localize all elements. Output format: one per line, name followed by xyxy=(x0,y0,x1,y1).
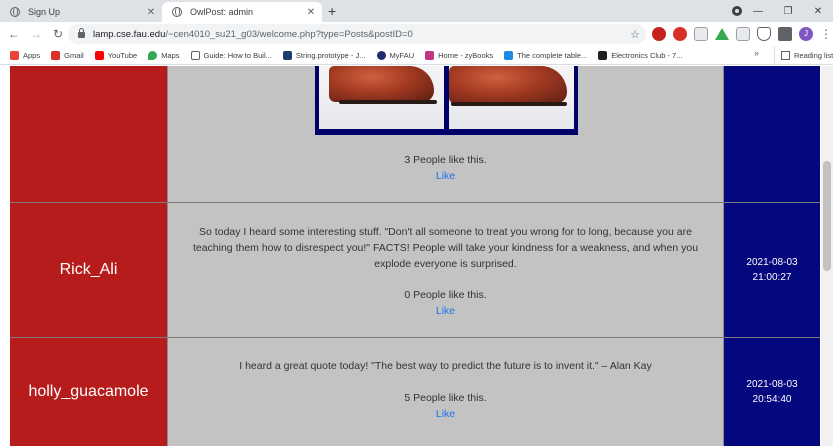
post-author xyxy=(10,66,167,202)
post-date-time: 21:00:27 xyxy=(752,272,792,283)
tab-title: OwlPost: admin xyxy=(190,7,254,17)
post-card: Rick_Ali So today I heard some interesti… xyxy=(10,203,820,338)
adblock-extension-icon[interactable] xyxy=(673,27,687,41)
youtube-icon xyxy=(94,50,104,60)
url-host: lamp.cse.fau.edu xyxy=(93,28,166,40)
reading-list-button[interactable]: Reading list xyxy=(774,46,833,64)
likes-count: 0 People like this. xyxy=(404,289,487,301)
close-tab-icon[interactable]: ✕ xyxy=(144,7,158,18)
bookmark-label: String.prototype - J... xyxy=(295,50,366,60)
avatar[interactable]: J xyxy=(799,27,813,41)
boot-photo-right xyxy=(449,66,574,129)
shield-extension-icon[interactable] xyxy=(757,27,771,41)
post-content: So today I heard some interesting stuff.… xyxy=(167,203,724,337)
bookmarks-bar: Apps Gmail YouTube Maps Guide: How to Bu… xyxy=(0,46,833,65)
apps-grid-icon xyxy=(10,50,19,60)
back-icon[interactable]: ← xyxy=(3,27,25,41)
reading-list-icon xyxy=(781,51,790,60)
fau-icon xyxy=(376,50,386,60)
lock-icon[interactable] xyxy=(78,28,85,38)
bookmark-gmail[interactable]: Gmail xyxy=(51,50,84,60)
more-bookmarks-icon[interactable]: » xyxy=(754,48,759,58)
bookmark-label: MyFAU xyxy=(389,50,415,60)
bookmark-guide[interactable]: Guide: How to Buil... xyxy=(190,50,272,60)
post-text: So today I heard some interesting stuff.… xyxy=(192,226,699,270)
bookmark-label: Gmail xyxy=(64,50,84,60)
extensions-puzzle-icon[interactable] xyxy=(778,27,792,41)
mdn-icon xyxy=(282,50,292,60)
globe-icon xyxy=(172,7,182,17)
new-tab-button[interactable]: + xyxy=(328,3,336,19)
reading-list-label: Reading list xyxy=(794,51,833,60)
extensions-bar: J ⋮ xyxy=(652,26,832,42)
address-bar[interactable]: lamp.cse.fau.edu/~cen4010_su21_g03/welco… xyxy=(68,24,646,44)
page-icon xyxy=(190,50,200,60)
bookmark-apps[interactable]: Apps xyxy=(10,50,41,60)
bookmark-zybooks[interactable]: Home - zyBooks xyxy=(425,50,494,60)
post-image xyxy=(315,66,578,135)
bookmark-label: YouTube xyxy=(107,50,138,60)
window-controls: — ❐ ✕ xyxy=(743,0,833,22)
likes-count: 3 People like this. xyxy=(404,154,487,166)
post-card: holly_guacamole I heard a great quote to… xyxy=(10,338,820,446)
bookmark-electronics-club[interactable]: Electronics Club - 7... xyxy=(598,50,683,60)
like-link[interactable]: Like xyxy=(168,168,723,184)
bookmark-complete-table[interactable]: The complete table... xyxy=(504,50,588,60)
post-date-time: 20:54:40 xyxy=(752,394,792,405)
tab-sign-up[interactable]: Sign Up ✕ xyxy=(0,2,162,22)
screenshot-extension-icon[interactable] xyxy=(694,27,708,41)
bookmark-label: Electronics Club - 7... xyxy=(611,50,683,60)
zybooks-icon xyxy=(425,50,435,60)
bookmark-flag-icon xyxy=(504,50,514,60)
bookmark-label: The complete table... xyxy=(517,50,588,60)
more-menu-icon[interactable]: ⋮ xyxy=(820,27,832,41)
bookmark-youtube[interactable]: YouTube xyxy=(94,50,138,60)
browser-toolbar: ← → ↻ lamp.cse.fau.edu/~cen4010_su21_g03… xyxy=(0,22,833,46)
post-text: I heard a great quote today! "The best w… xyxy=(239,360,652,372)
tab-title: Sign Up xyxy=(28,7,61,17)
like-link[interactable]: Like xyxy=(168,303,723,319)
post-date-day: 2021-08-03 xyxy=(746,257,798,268)
bookmark-label: Guide: How to Buil... xyxy=(203,50,272,60)
forward-icon[interactable]: → xyxy=(25,27,47,41)
bookmark-myfau[interactable]: MyFAU xyxy=(376,50,415,60)
post-content: 3 People like this. Like xyxy=(167,66,724,202)
post-date: 2021-08-03 20:54:40 xyxy=(724,338,820,446)
bookmark-label: Home - zyBooks xyxy=(438,50,494,60)
page-scrollbar[interactable] xyxy=(821,66,833,446)
like-link[interactable]: Like xyxy=(168,406,723,422)
post-content: I heard a great quote today! "The best w… xyxy=(167,338,724,446)
url-path: /~cen4010_su21_g03/welcome.php?type=Post… xyxy=(165,28,413,40)
restore-icon[interactable]: ❐ xyxy=(773,6,803,17)
profile-menu-icon[interactable] xyxy=(732,6,742,16)
likes-count: 5 People like this. xyxy=(404,392,487,404)
bookmark-string-prototype[interactable]: String.prototype - J... xyxy=(282,50,366,60)
post-date-day: 2021-08-03 xyxy=(746,379,798,390)
post-author: Rick_Ali xyxy=(10,203,167,337)
tab-strip: Sign Up ✕ OwlPost: admin ✕ + — ❐ ✕ xyxy=(0,0,833,22)
gmail-icon xyxy=(51,50,61,60)
page-viewport: 3 People like this. Like Rick_Ali So tod… xyxy=(0,66,833,446)
close-tab-icon[interactable]: ✕ xyxy=(304,7,318,18)
opera-extension-icon[interactable] xyxy=(652,27,666,41)
scrollbar-thumb[interactable] xyxy=(823,161,831,271)
post-date: 2021-08-03 21:00:27 xyxy=(724,203,820,337)
boot-photo-left xyxy=(319,66,444,129)
google-drive-icon[interactable] xyxy=(715,28,729,40)
bookmark-label: Apps xyxy=(23,50,41,60)
tab-owlpost[interactable]: OwlPost: admin ✕ xyxy=(162,2,322,22)
electronics-icon xyxy=(598,50,608,60)
post-author: holly_guacamole xyxy=(10,338,167,446)
grammar-extension-icon[interactable] xyxy=(736,27,750,41)
bookmark-maps[interactable]: Maps xyxy=(148,50,180,60)
bookmark-star-icon[interactable]: ☆ xyxy=(630,28,640,41)
minimize-icon[interactable]: — xyxy=(743,6,773,17)
globe-icon xyxy=(10,7,20,17)
reload-icon[interactable]: ↻ xyxy=(47,27,69,41)
bookmark-label: Maps xyxy=(161,50,180,60)
maps-pin-icon xyxy=(148,50,158,60)
close-window-icon[interactable]: ✕ xyxy=(803,6,833,17)
post-date xyxy=(724,66,820,202)
post-card: 3 People like this. Like xyxy=(10,66,820,203)
